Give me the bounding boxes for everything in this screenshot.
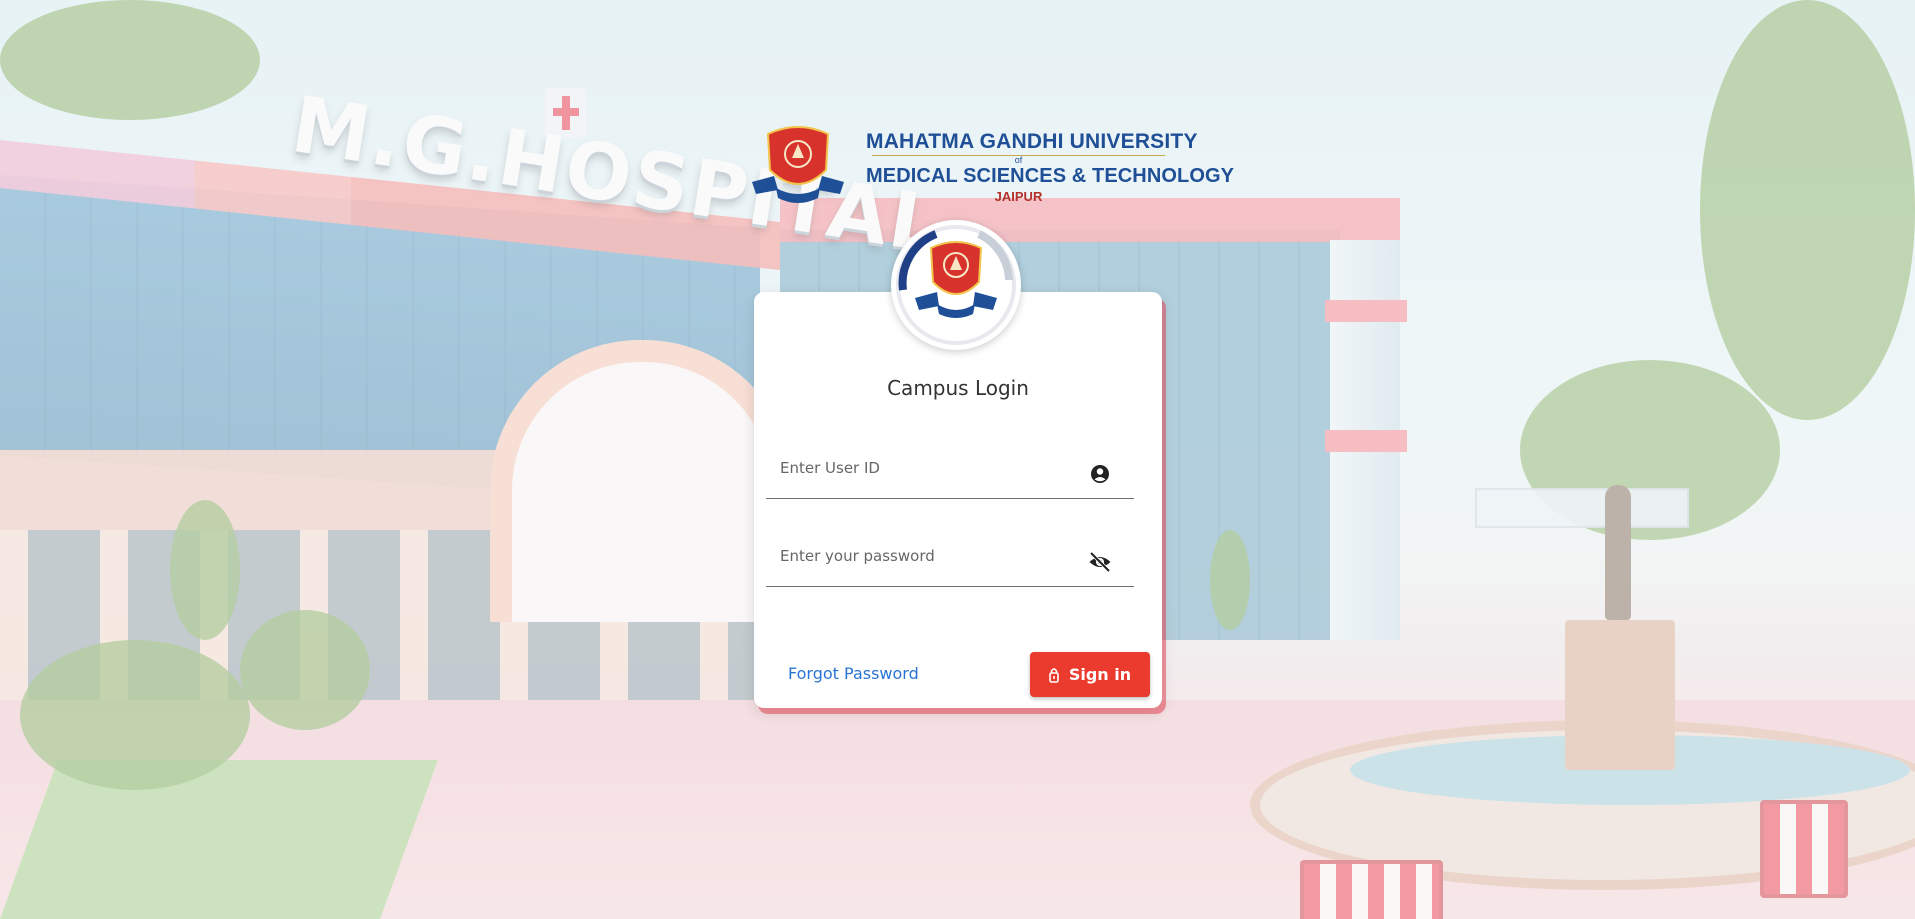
password-field[interactable] [766, 532, 1134, 587]
university-name: MAHATMA GANDHI UNIVERSITY of MEDICAL SCI… [866, 130, 1235, 204]
university-city: JAIPUR [994, 189, 1043, 204]
university-emblem-avatar-icon [896, 225, 1016, 345]
user-circle-icon [1091, 465, 1109, 483]
password-input[interactable] [778, 542, 1082, 570]
login-card: Campus Login Forgot Password Sign in [754, 292, 1162, 708]
university-name-line1: MAHATMA GANDHI UNIVERSITY [866, 130, 1198, 153]
university-name-line2: MEDICAL SCIENCES & TECHNOLOGY [866, 165, 1235, 187]
lock-icon [1049, 667, 1059, 683]
avatar [891, 220, 1021, 350]
user-id-input[interactable] [778, 454, 1082, 482]
sign-in-button[interactable]: Sign in [1030, 652, 1150, 697]
login-title: Campus Login [887, 376, 1029, 400]
user-id-field[interactable] [766, 444, 1134, 499]
university-emblem-icon [752, 126, 844, 203]
sign-in-label: Sign in [1068, 665, 1132, 684]
forgot-password-link[interactable]: Forgot Password [788, 664, 919, 683]
eye-slash-icon[interactable] [1088, 550, 1112, 574]
university-logo: MAHATMA GANDHI UNIVERSITY of MEDICAL SCI… [748, 124, 1235, 214]
university-name-of: of [872, 155, 1165, 165]
